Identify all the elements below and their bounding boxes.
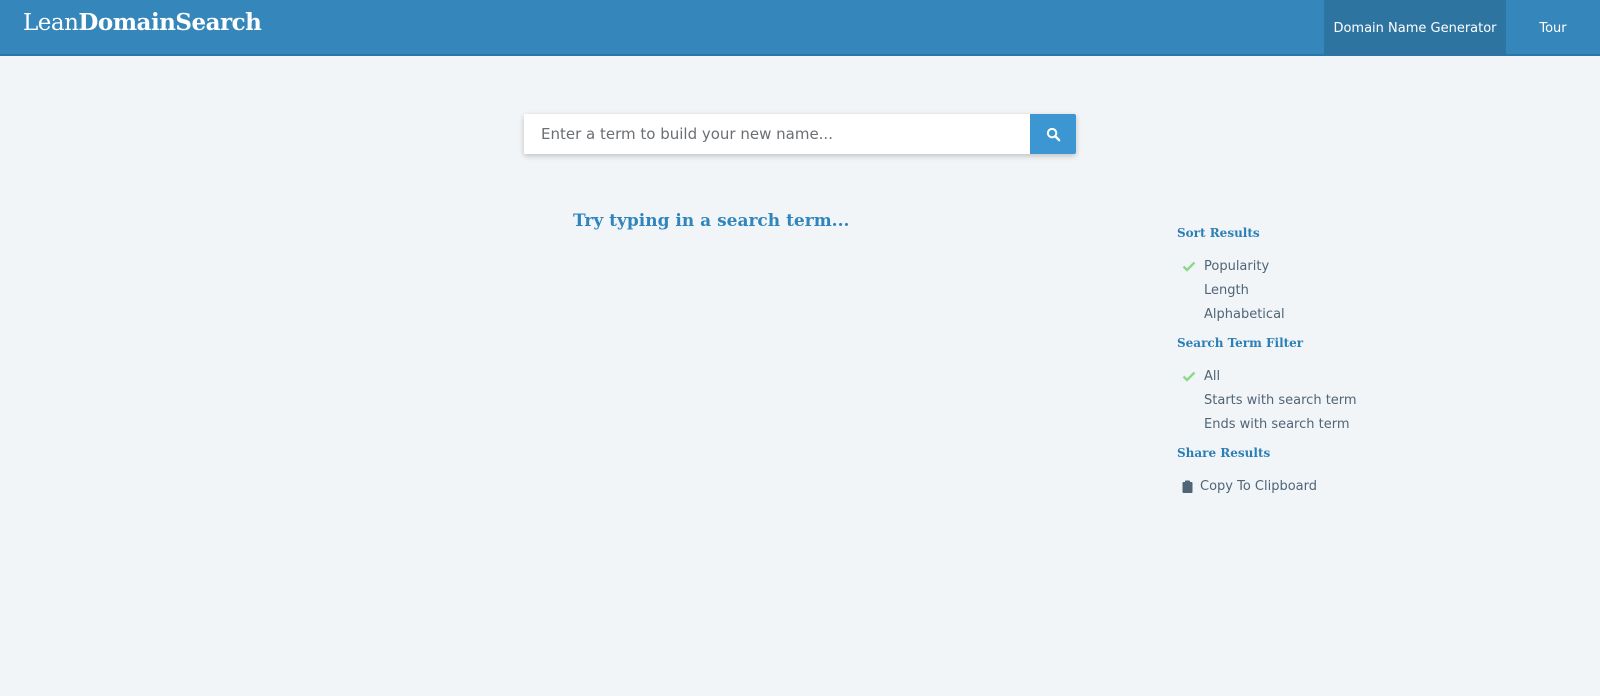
sort-option-length[interactable]: Length (1177, 278, 1437, 302)
search-input[interactable] (524, 114, 1030, 154)
checkmark-icon (1177, 261, 1204, 272)
top-navbar: LeanDomainSearch Domain Name Generator T… (0, 0, 1600, 56)
nav-menu: Domain Name Generator Tour (1324, 0, 1600, 56)
option-label: Popularity (1204, 258, 1270, 274)
sort-option-popularity[interactable]: Popularity (1177, 254, 1437, 278)
filter-option-ends-with[interactable]: Ends with search term (1177, 412, 1437, 436)
sort-results-heading: Sort Results (1177, 226, 1260, 240)
option-label: Starts with search term (1204, 392, 1357, 408)
empty-state-prompt: Try typing in a search term... (573, 211, 850, 231)
filter-options: All Starts with search term Ends with se… (1177, 364, 1437, 436)
filter-option-all[interactable]: All (1177, 364, 1437, 388)
checkmark-icon (1177, 371, 1204, 382)
option-label: Alphabetical (1204, 306, 1285, 322)
search-term-filter-heading: Search Term Filter (1177, 336, 1304, 350)
clipboard-icon (1177, 480, 1200, 493)
option-label: Length (1204, 282, 1249, 298)
copy-to-clipboard-button[interactable]: Copy To Clipboard (1177, 474, 1437, 498)
search-icon (1046, 127, 1060, 141)
option-label: All (1204, 368, 1221, 384)
logo-bold-text: DomainSearch (78, 9, 262, 36)
logo-light-text: Lean (23, 10, 79, 36)
search-button[interactable] (1030, 114, 1076, 154)
nav-domain-name-generator[interactable]: Domain Name Generator (1324, 0, 1506, 56)
logo[interactable]: LeanDomainSearch (23, 9, 262, 36)
sort-option-alphabetical[interactable]: Alphabetical (1177, 302, 1437, 326)
results-sidebar: Sort Results Popularity Length Alphabeti… (1177, 226, 1437, 498)
share-results-heading: Share Results (1177, 446, 1271, 460)
nav-tour[interactable]: Tour (1506, 0, 1600, 56)
sort-options: Popularity Length Alphabetical (1177, 254, 1437, 326)
search-bar (524, 114, 1076, 154)
filter-option-starts-with[interactable]: Starts with search term (1177, 388, 1437, 412)
option-label: Ends with search term (1204, 416, 1350, 432)
copy-label: Copy To Clipboard (1200, 478, 1318, 494)
